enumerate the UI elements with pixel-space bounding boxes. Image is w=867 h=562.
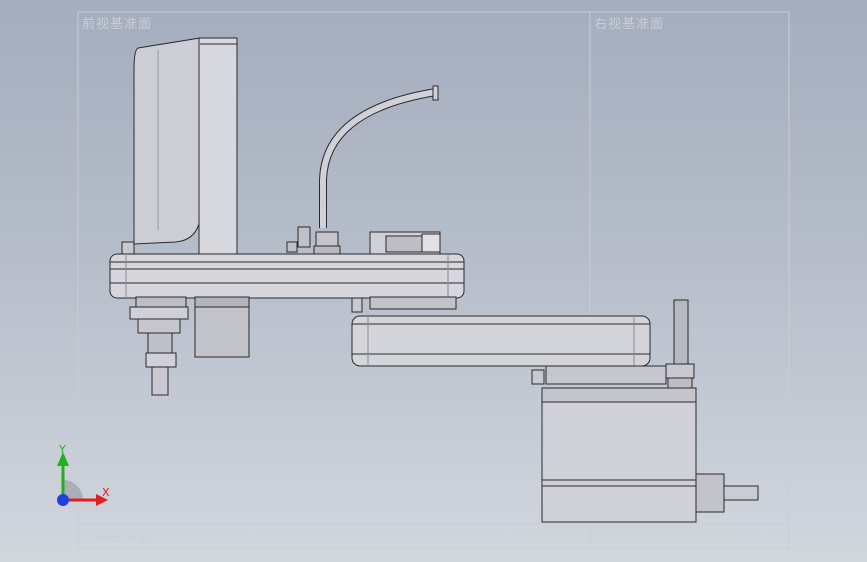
cable-gland (695, 473, 725, 513)
base-box (541, 387, 697, 523)
cable-hose (319, 88, 437, 228)
triad-x-label: X (102, 486, 110, 499)
triad-y-label: Y (59, 443, 66, 456)
view-triad[interactable] (40, 430, 160, 530)
base-column-side (198, 37, 238, 255)
base-column (133, 37, 201, 245)
cad-3d-viewport[interactable]: 前视基准面 右视基准面 上视基准面 Y X (0, 0, 867, 562)
ball-screw-spline (151, 366, 169, 396)
arm-1 (109, 253, 465, 299)
